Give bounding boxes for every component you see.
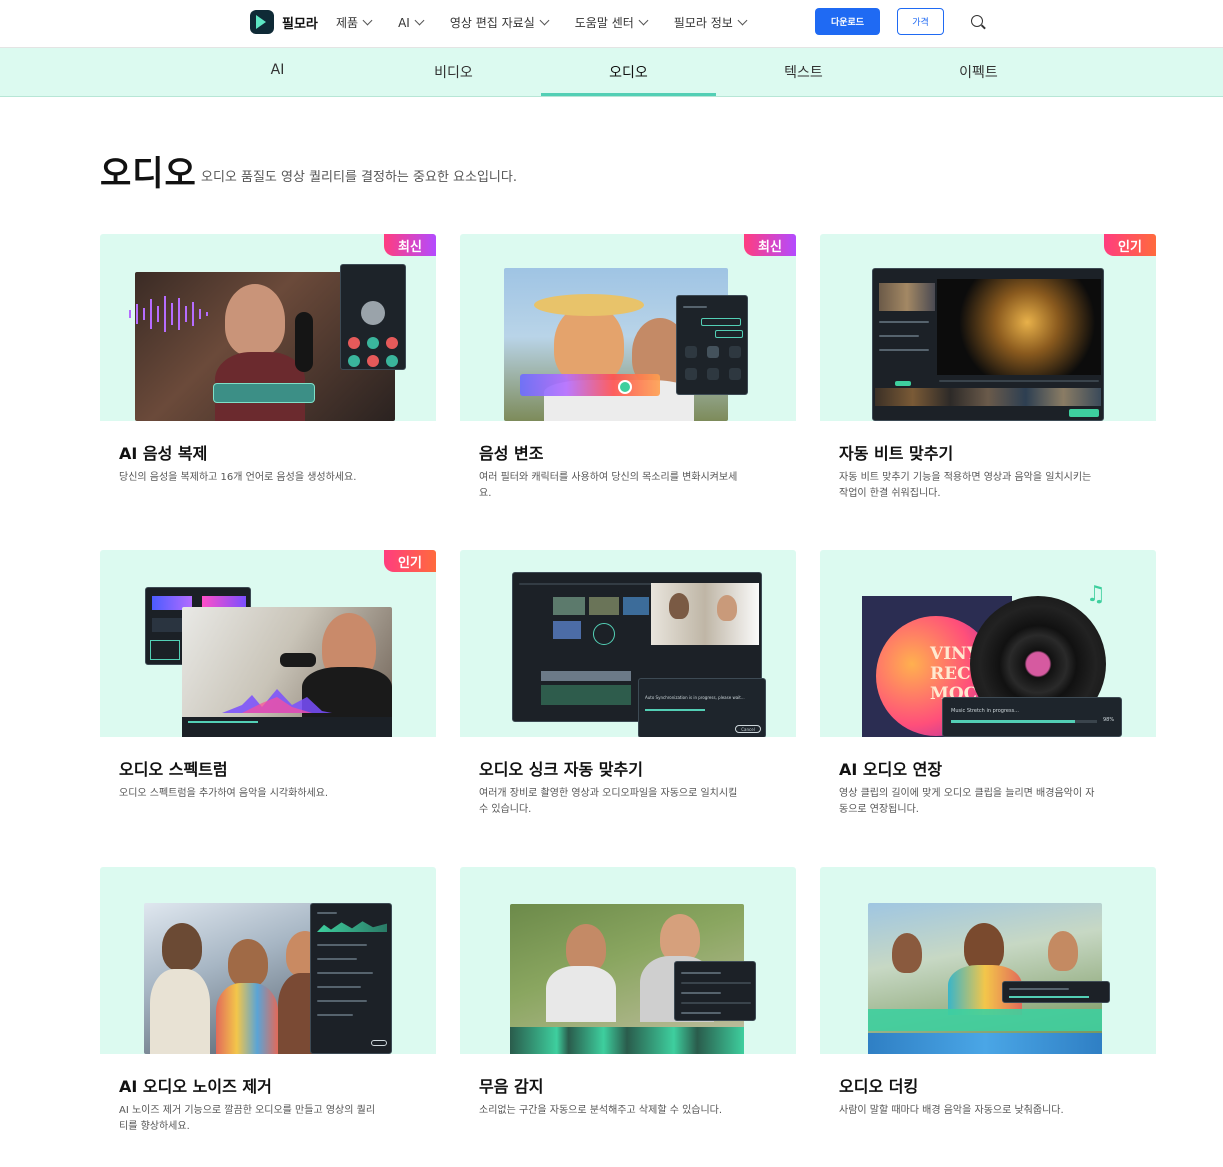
feature-card-ai-voice-clone[interactable]: 최신 AI 음성 복제 당신의 음성을 복제하고 16개 언어로 음성을 생성하… [100,234,436,514]
card-description: 여러 필터와 캐릭터를 사용하여 당신의 목소리를 변화시켜보세요. [479,472,738,499]
brand-logo[interactable]: 필모라 [250,10,318,34]
card-title: 음성 변조 [479,444,544,463]
brand-name: 필모라 [282,16,318,32]
stretch-progress-panel: Music Stretch in progress... 98% [942,697,1122,737]
voice-panel [340,264,406,370]
card-thumbnail: 인기 [820,234,1156,421]
voice-filter-panel [676,295,748,395]
nav-item-label: 필모라 정보 [673,16,733,30]
feature-card-ai-audio-stretch[interactable]: VINY REC MOC ♫ Music Stretch in progress… [820,550,1156,830]
card-thumbnail [820,867,1156,1054]
sync-progress-dialog: Auto Synchronization is in progress, ple… [638,678,766,737]
page-subtitle: 오디오 품질도 영상 퀄리티를 결정하는 중요한 요소입니다. [201,170,517,185]
voice-wave-clip [520,374,660,396]
tab-ai[interactable]: AI [190,62,365,78]
background-music-track [868,1033,1102,1054]
feature-card-silence-detection[interactable]: 무음 감지 소리없는 구간을 자동으로 분석해주고 삭제할 수 있습니다. [460,867,796,1147]
feature-card-audio-ducking[interactable]: 오디오 더킹 사람이 말할 때마다 배경 음악을 자동으로 낮춰줍니다. [820,867,1156,1147]
nav-item-label: 영상 편집 자료실 [449,16,535,30]
silence-settings-panel [674,961,756,1021]
card-title: 자동 비트 맞추기 [839,444,954,463]
card-description: 당신의 음성을 복제하고 16개 언어로 음성을 생성하세요. [119,472,357,483]
card-thumbnail: VINY REC MOC ♫ Music Stretch in progress… [820,550,1156,737]
badge-popular: 인기 [384,550,436,572]
card-title: 오디오 더킹 [839,1077,919,1096]
nav-item-label: 도움말 센터 [574,16,634,30]
chevron-down-icon [737,15,748,26]
nav-item-products[interactable]: 제품 [336,14,373,31]
page-title: 오디오 [100,154,197,194]
feature-card-ai-noise-removal[interactable]: AI 오디오 노이즈 제거 AI 노이즈 제거 기능으로 깔끔한 오디오를 만들… [100,867,436,1147]
stretch-percent: 98% [1103,717,1115,723]
tab-effects[interactable]: 이펙트 [891,62,1066,82]
card-thumbnail [100,867,436,1054]
denoise-panel [310,903,392,1054]
chevron-down-icon [362,15,373,26]
card-title: AI 오디오 노이즈 제거 [119,1077,272,1096]
nav-item-ai[interactable]: AI [398,14,425,31]
tab-audio[interactable]: 오디오 [541,62,716,82]
sync-message: Auto Synchronization is in progress, ple… [645,695,745,700]
feature-card-auto-beat-sync[interactable]: 인기 자동 비트 맞추기 자동 비트 맞추기 기능을 적용하면 영상과 음악을 … [820,234,1156,514]
chevron-down-icon [414,15,425,26]
price-button[interactable]: 가격 [897,8,944,35]
download-button[interactable]: 다운로드 [815,8,880,35]
feature-card-audio-spectrum[interactable]: 인기 오디오 스펙트럼 오디오 스펙트럼을 추가하여 음악을 시각화하세요. [100,550,436,830]
card-thumbnail: 인기 [100,550,436,737]
chevron-down-icon [539,15,550,26]
stretch-message: Music Stretch in progress... [951,708,1019,714]
badge-popular: 인기 [1104,234,1156,256]
chevron-down-icon [638,15,649,26]
friends-singing-photo [144,903,334,1054]
nav-item-help[interactable]: 도움말 센터 [574,14,649,31]
card-title: 오디오 싱크 자동 맞추기 [479,760,643,779]
card-description: 사람이 말할 때마다 배경 음악을 자동으로 낮춰줍니다. [839,1105,1064,1116]
tab-text[interactable]: 텍스트 [716,62,891,82]
nav-item-label: AI [398,15,410,30]
main-menu: 제품 AI 영상 편집 자료실 도움말 센터 필모라 정보 [336,14,773,31]
top-navigation: 필모라 제품 AI 영상 편집 자료실 도움말 센터 필모라 정보 다운로드 가… [0,0,1223,48]
nav-item-about[interactable]: 필모라 정보 [673,14,748,31]
filmora-logo-icon [250,10,274,34]
feature-card-audio-auto-sync[interactable]: Auto Synchronization is in progress, ple… [460,550,796,830]
card-description: 오디오 스펙트럼을 추가하여 음악을 시각화하세요. [119,788,329,799]
festival-crowd-photo [868,903,1102,1054]
card-title: 무음 감지 [479,1077,544,1096]
card-description: 소리없는 구간을 자동으로 분석해주고 삭제할 수 있습니다. [479,1105,723,1116]
editor-window [872,268,1104,421]
waveform-icon [129,296,208,332]
card-description: 영상 클립의 길이에 맞게 오디오 클립을 늘리면 배경음악이 자동으로 연장됩… [839,788,1095,815]
voice-clip [213,383,315,403]
nav-item-label: 제품 [336,16,359,30]
card-title: AI 오디오 연장 [839,760,943,779]
silence-timeline [510,1027,744,1054]
card-description: 여러개 장비로 촬영한 영상과 오디오파일을 자동으로 일치시킬 수 있습니다. [479,788,738,815]
music-note-icon: ♫ [1086,582,1106,607]
card-title: 오디오 스펙트럼 [119,760,228,779]
card-thumbnail: Auto Synchronization is in progress, ple… [460,550,796,737]
woman-singing-photo [182,607,392,737]
vocal-track [868,1009,1102,1031]
card-thumbnail: 최신 [460,234,796,421]
card-thumbnail [460,867,796,1054]
sync-cancel: Cancel [735,725,761,733]
category-tabs: AI 비디오 오디오 텍스트 이펙트 [0,48,1223,97]
search-icon[interactable] [971,15,983,27]
card-description: 자동 비트 맞추기 기능을 적용하면 영상과 음악을 일치시키는 작업이 한결 … [839,472,1092,499]
card-description: AI 노이즈 제거 기능으로 깔끔한 오디오를 만들고 영상의 퀄리티를 향상하… [119,1105,376,1132]
active-tab-indicator [541,93,716,96]
feature-card-voice-changer[interactable]: 최신 음성 변조 여러 필터와 캐릭터를 사용하여 당신의 목소리를 변화시켜보… [460,234,796,514]
badge-new: 최신 [744,234,796,256]
badge-new: 최신 [384,234,436,256]
ducking-panel [1002,981,1110,1003]
card-thumbnail: 최신 [100,234,436,421]
card-title: AI 음성 복제 [119,444,208,463]
tab-video[interactable]: 비디오 [366,62,541,82]
nav-item-resources[interactable]: 영상 편집 자료실 [449,14,550,31]
swap-icon [618,380,632,394]
